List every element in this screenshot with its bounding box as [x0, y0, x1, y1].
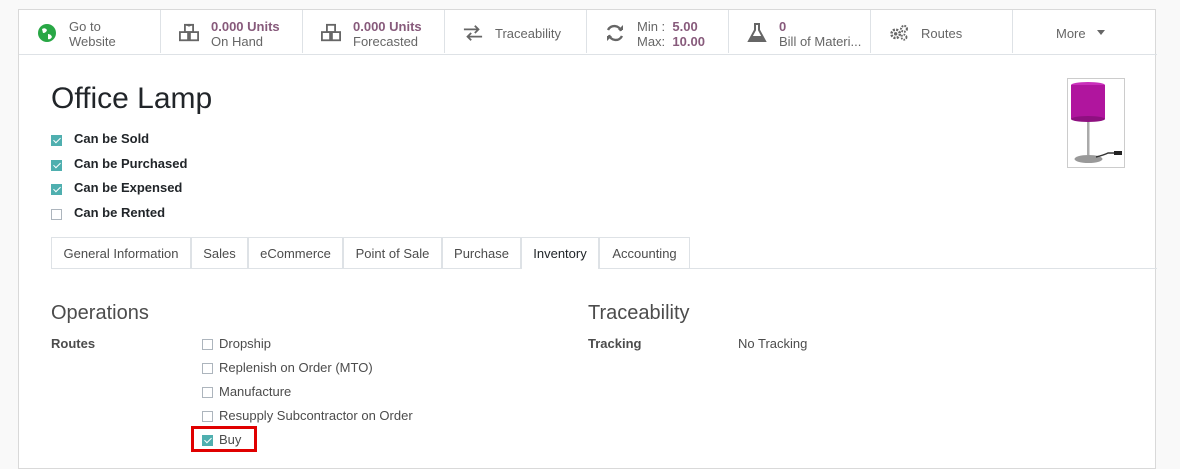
product-form-sheet: Go to Website 0.000 Units On Hand 0.000 … [18, 9, 1157, 469]
min-max-button[interactable]: Min : 5.00 Max: 10.00 [587, 10, 729, 53]
smart-button-box: Go to Website 0.000 Units On Hand 0.000 … [19, 10, 1157, 55]
route-label: Manufacture [219, 384, 292, 399]
option-label: Can be Sold [74, 131, 150, 146]
tab-point-of-sale[interactable]: Point of Sale [343, 237, 442, 268]
tab-inventory[interactable]: Inventory [521, 237, 599, 269]
forecasted-value: 0.000 Units [353, 19, 422, 34]
on-hand-value: 0.000 Units [211, 19, 280, 34]
more-button[interactable]: More [1013, 10, 1157, 53]
checkbox[interactable] [51, 184, 62, 196]
bom-value: 0 [779, 19, 787, 34]
tab-ecommerce[interactable]: eCommerce [248, 237, 343, 268]
on-hand-button[interactable]: 0.000 Units On Hand [161, 10, 303, 53]
traceability-label: Traceability [495, 26, 561, 41]
highlight-box [191, 426, 257, 452]
forecasted-label: Forecasted [353, 34, 419, 49]
checkbox[interactable] [51, 135, 62, 146]
go-to-website-button[interactable]: Go to Website [19, 10, 161, 53]
tracking-field-label: Tracking [588, 336, 642, 351]
min-label: Min : [637, 19, 666, 34]
max-label: Max: [637, 34, 666, 49]
refresh-icon [606, 24, 624, 42]
traceability-button[interactable]: Traceability [445, 10, 587, 53]
option-label: Can be Purchased [74, 155, 188, 171]
notebook-tabs: General Information Sales eCommerce Poin… [51, 237, 1157, 269]
globe-icon [38, 24, 56, 42]
arrows-exchange-icon [463, 25, 483, 41]
tab-general-information[interactable]: General Information [51, 237, 191, 268]
tab-sales[interactable]: Sales [191, 237, 248, 268]
on-hand-label: On Hand [211, 34, 264, 49]
cogs-icon [890, 24, 908, 41]
option-label: Can be Rented [74, 205, 166, 221]
lamp-image [1071, 82, 1122, 163]
checkbox[interactable] [202, 363, 213, 374]
checkbox[interactable] [202, 387, 213, 398]
routes-field-label: Routes [51, 336, 96, 351]
routes-label: Routes [921, 26, 963, 41]
max-value: 10.00 [672, 34, 705, 49]
tab-accounting[interactable]: Accounting [599, 237, 690, 268]
website-line2: Website [69, 34, 116, 49]
checkbox[interactable] [202, 339, 213, 350]
route-label: Replenish on Order (MTO) [219, 360, 373, 375]
operations-heading: Operations [51, 302, 149, 324]
route-label: Dropship [219, 336, 272, 351]
checkbox[interactable] [202, 411, 213, 422]
flask-icon [747, 23, 767, 42]
traceability-heading: Traceability [588, 302, 690, 324]
product-image[interactable] [1067, 78, 1125, 168]
product-name[interactable]: Office Lamp [51, 82, 212, 116]
tracking-value[interactable]: No Tracking [738, 336, 807, 351]
caret-down-icon [1097, 30, 1105, 35]
tab-purchase[interactable]: Purchase [442, 237, 521, 268]
bom-label: Bill of Materi... [779, 34, 862, 49]
min-value: 5.00 [672, 19, 698, 34]
more-label: More [1056, 26, 1086, 41]
route-label: Resupply Subcontractor on Order [219, 408, 413, 423]
cubes-icon [179, 23, 199, 42]
cubes-icon [321, 23, 341, 42]
forecasted-button[interactable]: 0.000 Units Forecasted [303, 10, 445, 53]
checkbox[interactable] [51, 159, 62, 171]
checkbox[interactable] [51, 209, 62, 221]
bill-of-materials-button[interactable]: 0 Bill of Materi... [729, 10, 871, 53]
routes-button[interactable]: Routes [871, 10, 1013, 53]
option-label: Can be Expensed [74, 180, 183, 196]
website-line1: Go to [69, 19, 101, 34]
